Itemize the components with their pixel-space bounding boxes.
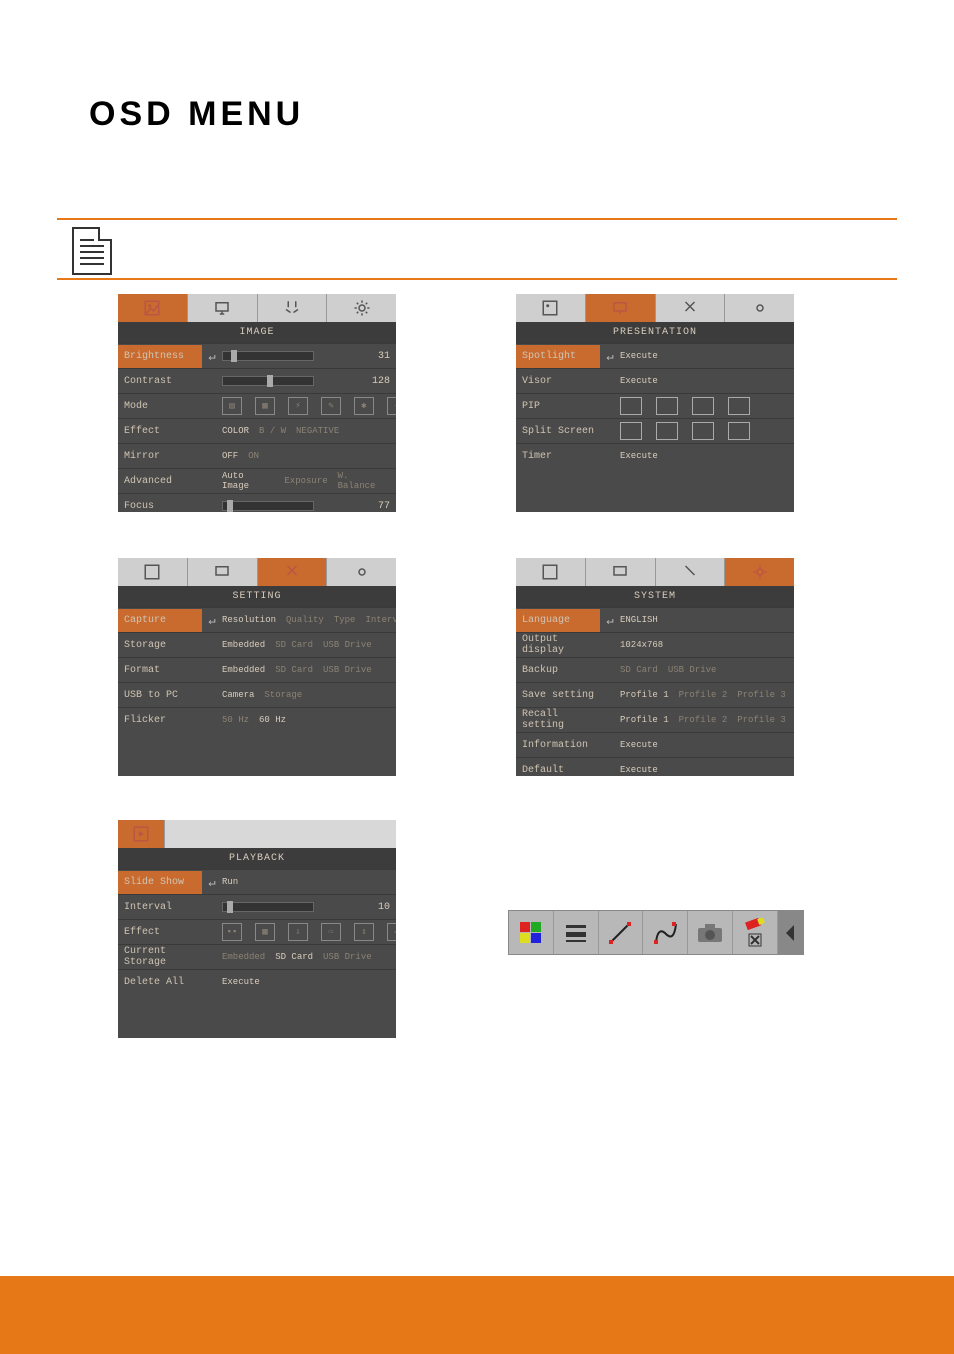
color-swatch-button[interactable] [509, 911, 554, 954]
tab-system[interactable] [725, 558, 794, 586]
mode-micro-icon[interactable]: ✎ [321, 397, 341, 415]
mode-gear-icon[interactable]: ✱ [354, 397, 374, 415]
row-advanced[interactable]: Advanced Auto Image Exposure W. Balance [118, 468, 396, 493]
mode-icons[interactable]: ▤ ▦ ⚡ ✎ ✱ ✦ [222, 397, 396, 415]
close-icon [748, 933, 762, 947]
panel-title: SETTING [118, 586, 396, 607]
row-backup[interactable]: Backup SD Card USB Drive [516, 657, 794, 682]
osd-panel-playback: PLAYBACK Slide Show ↵ Run Interval 10 Ef… [118, 820, 396, 1038]
tab-image[interactable] [118, 558, 188, 586]
document-icon [72, 227, 112, 275]
pip-options[interactable] [620, 397, 788, 415]
tab-image[interactable] [516, 558, 586, 586]
panel-title: SYSTEM [516, 586, 794, 607]
tab-system[interactable] [327, 558, 396, 586]
collapse-button[interactable] [778, 911, 803, 954]
tab-presentation[interactable] [188, 558, 258, 586]
tab-system[interactable] [327, 294, 396, 322]
mode-motion-icon[interactable]: ⚡ [288, 397, 308, 415]
row-interval[interactable]: Interval 10 [118, 894, 396, 919]
effect-grid-icon[interactable]: ▦ [255, 923, 275, 941]
row-visor[interactable]: Visor Execute [516, 368, 794, 393]
page-title: OSD MENU [89, 95, 304, 134]
row-usb-to-pc[interactable]: USB to PC Camera Storage [118, 682, 396, 707]
line-weight-button[interactable] [554, 911, 599, 954]
effect-icons[interactable]: ▪▪ ▦ ⇩ ⇨ ⇕ ⇔ [222, 923, 396, 941]
page-footer [0, 1276, 954, 1354]
tab-image[interactable] [118, 294, 188, 322]
enter-icon: ↵ [202, 875, 222, 890]
contrast-slider[interactable] [222, 376, 314, 386]
row-focus[interactable]: Focus 77 [118, 493, 396, 512]
osd-panel-image: IMAGE Brightness ↵ 31 Contrast 128 Mode … [118, 294, 396, 512]
tab-setting[interactable] [258, 558, 328, 586]
tab-setting[interactable] [258, 294, 328, 322]
row-delete-all[interactable]: Delete All Execute [118, 969, 396, 994]
mode-doc-icon[interactable]: ▤ [222, 397, 242, 415]
row-storage[interactable]: Storage Embedded SD Card USB Drive [118, 632, 396, 657]
divider-top [57, 218, 897, 220]
brightness-slider[interactable] [222, 351, 314, 361]
enter-icon: ↵ [202, 349, 222, 364]
divider-bottom [57, 278, 897, 280]
row-information[interactable]: Information Execute [516, 732, 794, 757]
tab-presentation[interactable] [188, 294, 258, 322]
effect-expand-icon[interactable]: ⇔ [387, 923, 396, 941]
split-options[interactable] [620, 422, 788, 440]
effect-right-icon[interactable]: ⇨ [321, 923, 341, 941]
mode-star-icon[interactable]: ✦ [387, 397, 396, 415]
row-effect[interactable]: Effect ▪▪ ▦ ⇩ ⇨ ⇕ ⇔ [118, 919, 396, 944]
tab-presentation[interactable] [586, 558, 656, 586]
tab-setting[interactable] [656, 558, 726, 586]
panel-title: PLAYBACK [118, 848, 396, 869]
focus-slider[interactable] [222, 501, 314, 511]
camera-button[interactable] [688, 911, 733, 954]
row-split[interactable]: Split Screen [516, 418, 794, 443]
tab-blank [165, 820, 396, 848]
enter-icon: ↵ [202, 613, 222, 628]
row-contrast[interactable]: Contrast 128 [118, 368, 396, 393]
row-effect[interactable]: Effect COLOR B / W NEGATIVE [118, 418, 396, 443]
curve-tool-button[interactable] [643, 911, 688, 954]
row-mirror[interactable]: Mirror OFF ON [118, 443, 396, 468]
effect-down-icon[interactable]: ⇩ [288, 923, 308, 941]
tab-bar [118, 294, 396, 322]
panel-title: IMAGE [118, 322, 396, 343]
row-spotlight[interactable]: Spotlight ↵ Execute [516, 343, 794, 368]
row-capture[interactable]: Capture ↵ Resolution Quality Type Interv… [118, 607, 396, 632]
annotation-toolbar [508, 910, 804, 955]
row-slideshow[interactable]: Slide Show ↵ Run [118, 869, 396, 894]
row-format[interactable]: Format Embedded SD Card USB Drive [118, 657, 396, 682]
row-flicker[interactable]: Flicker 50 Hz 60 Hz [118, 707, 396, 732]
mode-photo-icon[interactable]: ▦ [255, 397, 275, 415]
enter-icon: ↵ [600, 613, 620, 628]
panel-title: PRESENTATION [516, 322, 794, 343]
osd-panel-setting: SETTING Capture ↵ Resolution Quality Typ… [118, 558, 396, 776]
tab-system[interactable] [725, 294, 794, 322]
tab-presentation[interactable] [586, 294, 656, 322]
eraser-button[interactable] [733, 911, 778, 954]
line-tool-button[interactable] [599, 911, 644, 954]
interval-slider[interactable] [222, 902, 314, 912]
effect-split-icon[interactable]: ⇕ [354, 923, 374, 941]
row-recall-setting[interactable]: Recall setting Profile 1 Profile 2 Profi… [516, 707, 794, 732]
osd-panel-system: SYSTEM Language ↵ ENGLISH Output display… [516, 558, 794, 776]
row-brightness[interactable]: Brightness ↵ 31 [118, 343, 396, 368]
row-mode[interactable]: Mode ▤ ▦ ⚡ ✎ ✱ ✦ [118, 393, 396, 418]
row-output-display[interactable]: Output display 1024x768 [516, 632, 794, 657]
row-current-storage[interactable]: Current Storage Embedded SD Card USB Dri… [118, 944, 396, 969]
tab-setting[interactable] [656, 294, 726, 322]
enter-icon: ↵ [600, 349, 620, 364]
effect-bars-icon[interactable]: ▪▪ [222, 923, 242, 941]
row-default[interactable]: Default Execute [516, 757, 794, 776]
tab-image[interactable] [516, 294, 586, 322]
row-timer[interactable]: Timer Execute [516, 443, 794, 468]
row-pip[interactable]: PIP [516, 393, 794, 418]
tab-playback[interactable] [118, 820, 165, 848]
row-language[interactable]: Language ↵ ENGLISH [516, 607, 794, 632]
row-save-setting[interactable]: Save setting Profile 1 Profile 2 Profile… [516, 682, 794, 707]
osd-panel-presentation: PRESENTATION Spotlight ↵ Execute Visor E… [516, 294, 794, 512]
